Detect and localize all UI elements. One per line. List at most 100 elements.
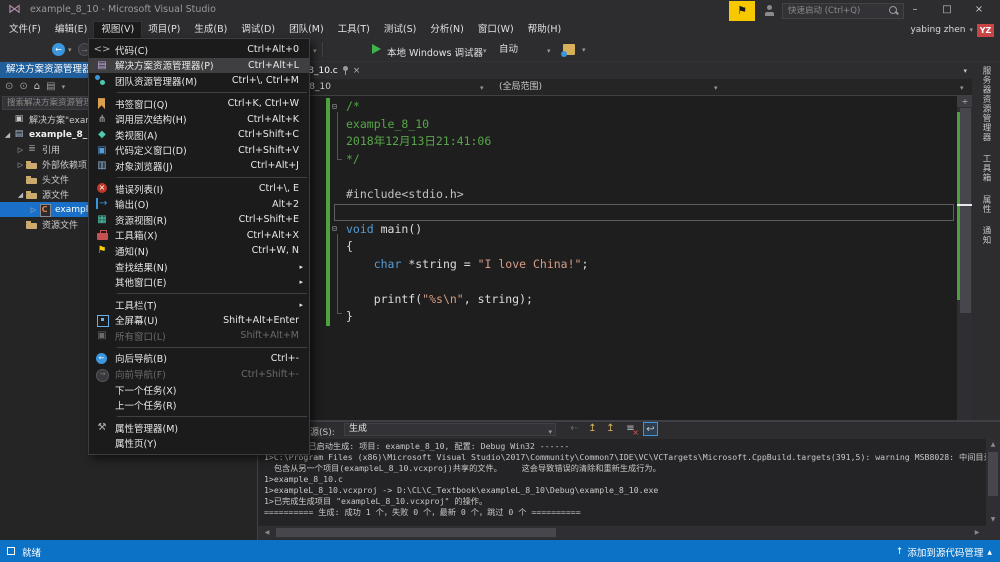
view-menu-item[interactable]: ⚒ 属性管理器(M) [89,420,309,436]
tab-close-icon[interactable]: × [353,66,361,76]
menubar-item-5[interactable]: 生成(B) [187,22,234,38]
scroll-left-icon[interactable]: ◀ [260,528,274,538]
menubar-item-12[interactable]: 帮助(H) [521,22,569,38]
right-tool-tab-1[interactable]: 服务器资源管理器 [980,66,992,142]
view-menu-item[interactable]: ▤ 解决方案资源管理器(P) Ctrl+Alt+L [89,57,309,74]
scroll-right-icon[interactable]: ▶ [970,528,984,538]
debug-target-dropdown[interactable]: 自动 [495,42,555,58]
navigate-back-icon[interactable]: ← [52,43,65,56]
scroll-up-icon[interactable]: ▲ [986,440,1000,450]
word-wrap-toggle-icon[interactable]: ↩ [643,422,658,436]
menubar-item-8[interactable]: 工具(T) [331,22,377,38]
sync-forward-icon[interactable]: ⊙ [19,81,27,92]
type-scope-dropdown[interactable]: (全局范围) [491,79,725,95]
add-to-source-control-button[interactable]: ↑ 添加到源代码管理 ▲ [896,545,992,559]
quick-launch-input[interactable]: 快速启动 (Ctrl+Q) [782,3,904,19]
fold-collapse-icon[interactable]: ⊟ [332,102,342,111]
code-line[interactable]: example_8_10 [346,116,946,134]
scrollbar-thumb[interactable] [988,452,998,496]
code-line[interactable] [346,203,946,221]
view-menu-item[interactable]: 下一个任务(X) [89,382,309,398]
code-line[interactable]: char *string = "I love China!"; [346,256,946,274]
code-line[interactable] [346,168,946,186]
minimize-button[interactable]: – [900,0,930,20]
expander-icon[interactable]: ▷ [15,161,26,169]
view-menu-item[interactable]: 上一个任务(R) [89,397,309,413]
output-console[interactable]: 1>------ 已启动生成: 项目: example_8_10, 配置: De… [258,439,986,526]
view-menu-item[interactable]: 属性页(Y) [89,436,309,452]
debugger-target-button[interactable]: 本地 Windows 调试器 [387,45,483,59]
fold-collapse-icon[interactable]: ⊟ [332,224,342,233]
code-line[interactable]: */ [346,151,946,169]
close-button[interactable]: × [964,0,994,20]
switch-views-icon[interactable]: ▤ [46,81,55,92]
menubar-item-9[interactable]: 测试(S) [377,22,423,38]
toolbar-overflow-icon[interactable]: ▾ [582,46,586,54]
code-editor[interactable]: ⊟ ⊟ /* example_8_10 2018年12月13日21:41:06 */ #… [258,96,957,420]
code-line[interactable]: #include<stdio.h> [346,186,946,204]
notifications-flag-button[interactable]: ⚑ [729,1,755,21]
view-menu-item[interactable]: 向前导航(F) Ctrl+Shift+- [89,366,309,382]
code-line[interactable]: 2018年12月13日21:41:06 [346,133,946,151]
restore-button[interactable]: □ [932,0,962,20]
menubar-item-2[interactable]: 编辑(E) [48,22,94,38]
chevron-down-icon[interactable]: ▾ [68,46,72,54]
menubar-item-4[interactable]: 项目(P) [141,22,187,38]
menubar-item-7[interactable]: 团队(M) [282,22,331,38]
expander-icon[interactable]: ▷ [15,146,26,154]
code-line[interactable]: printf("%s\n", string); [346,291,946,309]
scrollbar-thumb[interactable] [276,528,556,537]
view-menu-item[interactable]: 工具栏(T) ▸ [89,297,309,313]
right-tool-tab-3[interactable]: 属性 [980,195,992,214]
start-debug-play-icon[interactable] [372,44,381,54]
expander-icon[interactable]: ◢ [15,191,26,199]
view-menu-item[interactable]: 查找结果(N) ▸ [89,259,309,275]
sync-back-icon[interactable]: ⊙ [5,81,13,92]
member-scope-dropdown[interactable] [725,79,973,95]
goto-next-message-icon[interactable]: ↥ [603,422,618,436]
view-menu-item[interactable]: 全屏幕(U) Shift+Alt+Enter [89,313,309,329]
goto-previous-message-icon[interactable]: ↥ [585,422,600,436]
output-vertical-scrollbar[interactable]: ▲ ▼ [986,439,1000,526]
view-menu-item[interactable]: 其他窗口(E) ▸ [89,274,309,290]
chevron-down-icon[interactable]: ▾ [313,47,317,55]
output-source-dropdown[interactable]: 生成 ▾ [344,423,556,436]
view-menu-item[interactable]: ⋔ 调用层次结构(H) Ctrl+Alt+K [89,111,309,127]
home-icon[interactable]: ⌂ [34,81,40,92]
view-menu-item[interactable]: ◆ 类视图(A) Ctrl+Shift+C [89,127,309,143]
menubar-item-6[interactable]: 调试(D) [234,22,282,38]
chevron-down-icon[interactable]: ▾ [62,83,66,91]
tab-overflow-icon[interactable]: ▾ [963,67,967,75]
view-menu-item[interactable]: 工具箱(X) Ctrl+Alt+X [89,228,309,244]
right-tool-tab-4[interactable]: 通知 [980,226,992,245]
user-account-area[interactable]: yabing zhen ▾ YZ [910,22,994,38]
view-menu-item[interactable]: ▥ 对象浏览器(J) Ctrl+Alt+J [89,158,309,174]
output-horizontal-scrollbar[interactable]: ◀ ▶ [258,526,1000,539]
editor-splitter-handle[interactable]: ÷ [957,96,973,107]
view-menu-item[interactable]: ▣ 代码定义窗口(D) Ctrl+Shift+V [89,143,309,159]
view-menu-item[interactable]: ▣ 所有窗口(L) Shift+Alt+M [89,328,309,344]
view-menu-item[interactable]: 输出(O) Alt+2 [89,196,309,212]
view-menu-item[interactable]: ▦ 资源视图(R) Ctrl+Shift+E [89,212,309,228]
view-menu-item[interactable]: 错误列表(I) Ctrl+\, E [89,181,309,197]
expander-icon[interactable]: ◢ [2,131,13,139]
clear-all-icon[interactable]: ≡ [623,422,639,437]
view-menu-item[interactable]: 团队资源管理器(M) Ctrl+\, Ctrl+M [89,73,309,89]
attach-icon[interactable] [561,44,575,57]
view-menu-item[interactable]: 向后导航(B) Ctrl+- [89,351,309,367]
scroll-down-icon[interactable]: ▼ [986,515,1000,525]
feedback-icon[interactable] [764,5,775,16]
code-line[interactable]: /* [346,98,946,116]
code-line[interactable]: { [346,238,946,256]
pin-icon[interactable] [342,66,348,75]
chevron-down-icon[interactable]: ▾ [483,47,487,55]
chevron-down-icon[interactable]: ▾ [547,47,551,55]
view-menu-item[interactable]: <> 代码(C) Ctrl+Alt+0 [89,42,309,58]
code-line[interactable]: } [346,308,946,326]
menubar-item-1[interactable]: 文件(F) [2,22,48,38]
menubar-item-11[interactable]: 窗口(W) [471,22,521,38]
code-line[interactable]: void main() [346,221,946,239]
right-tool-tab-2[interactable]: 工具箱 [980,154,992,183]
view-menu-item[interactable]: ⚑ 通知(N) Ctrl+W, N [89,243,309,259]
find-message-icon[interactable]: ⇠ [567,422,582,436]
